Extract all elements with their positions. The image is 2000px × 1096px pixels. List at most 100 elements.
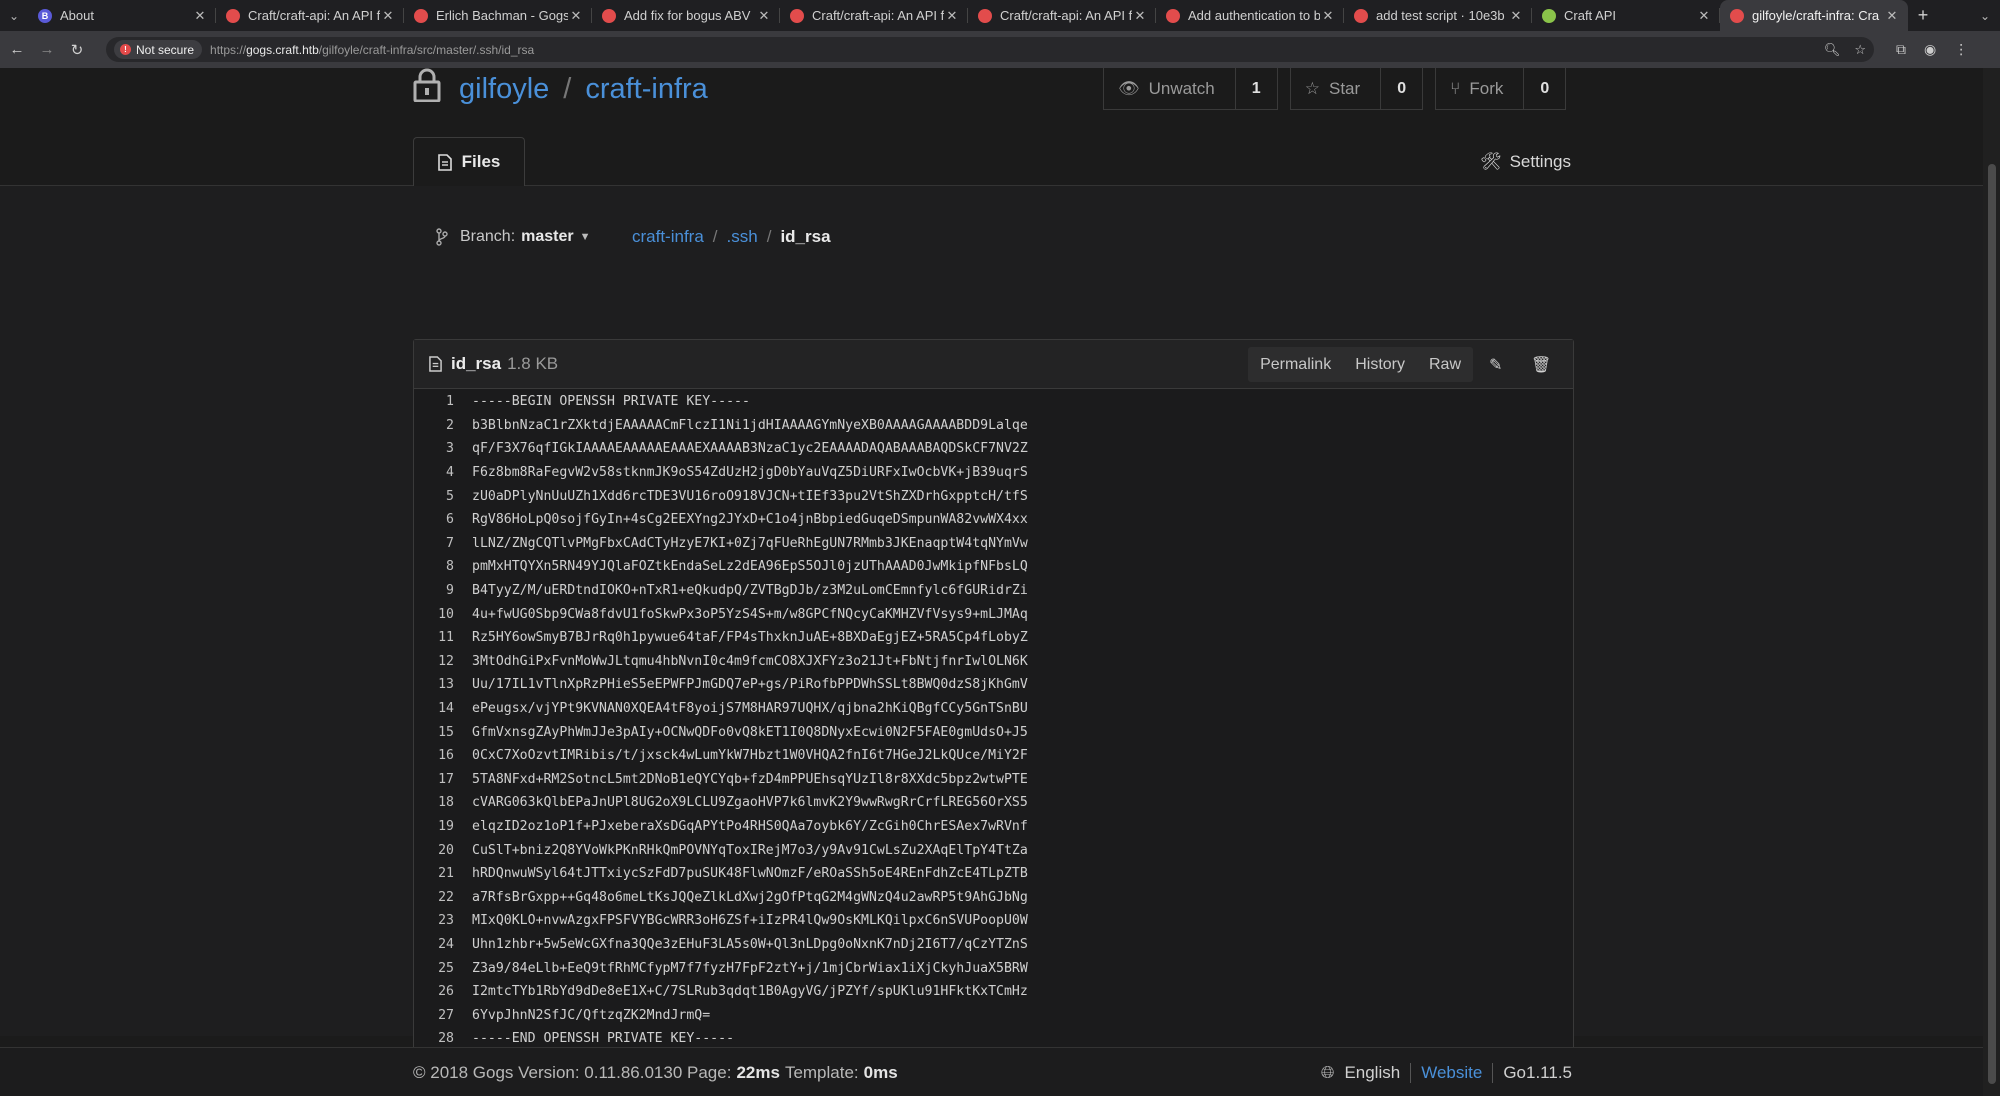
bookmark-star-icon[interactable]: ☆ [1854, 42, 1866, 58]
tab-close-icon[interactable]: ✕ [1508, 8, 1524, 24]
scrollbar-thumb[interactable] [1988, 164, 1996, 1084]
line-number[interactable]: 16 [414, 748, 454, 763]
tab-close-icon[interactable]: ✕ [1696, 8, 1712, 24]
tab-favicon-icon [1730, 8, 1744, 23]
line-number[interactable]: 11 [414, 630, 454, 645]
not-secure-badge[interactable]: ! Not secure [114, 40, 203, 59]
browser-tab[interactable]: gilfoyle/craft-infra: Cra ✕ [1720, 0, 1908, 31]
line-number[interactable]: 5 [414, 489, 454, 504]
tab-title: Craft/craft-api: An API f [248, 8, 380, 23]
line-number[interactable]: 10 [414, 607, 454, 622]
line-number[interactable]: 17 [414, 772, 454, 787]
line-number[interactable]: 14 [414, 701, 454, 716]
star-count[interactable]: 0 [1380, 68, 1422, 109]
line-number[interactable]: 15 [414, 725, 454, 740]
line-number[interactable]: 9 [414, 583, 454, 598]
gogs-page: gilfoyle / craft-infra 👁︎ Unwatch 1 ☆ St… [0, 68, 1983, 1096]
line-number[interactable]: 22 [414, 890, 454, 905]
url-omnibox[interactable]: ! Not secure https://gogs.craft.htb/gilf… [106, 37, 1874, 62]
browser-tab[interactable]: add test script · 10e3b ✕ [1344, 0, 1532, 31]
repo-owner-link[interactable]: gilfoyle [459, 73, 549, 106]
breadcrumb-separator: / [712, 227, 718, 246]
code-line: 6 RgV86HoLpQ0sojfGyIn+4sCg2EEXYng2JYxD+C1… [414, 508, 1573, 532]
trash-icon[interactable]: 🗑︎ [1531, 355, 1551, 375]
line-number[interactable]: 7 [414, 536, 454, 551]
forward-arrow-icon[interactable]: → [34, 37, 60, 63]
repo-name-link[interactable]: craft-infra [585, 73, 707, 106]
tab-close-icon[interactable]: ✕ [1884, 8, 1900, 24]
raw-button[interactable]: Raw [1417, 347, 1473, 382]
line-number[interactable]: 13 [414, 677, 454, 692]
browser-tab[interactable]: B About ✕ [28, 0, 216, 31]
browser-tab[interactable]: Add authentication to b ✕ [1156, 0, 1344, 31]
branch-name: master [521, 228, 574, 245]
zoom-icon[interactable]: 🔍︎ [1824, 42, 1841, 58]
browser-tab[interactable]: Craft/craft-api: An API f ✕ [780, 0, 968, 31]
tab-close-icon[interactable]: ✕ [1320, 8, 1336, 24]
line-number[interactable]: 4 [414, 465, 454, 480]
tab-title: Add authentication to b [1188, 8, 1320, 23]
language-selector[interactable]: English [1344, 1063, 1400, 1083]
extensions-icon[interactable]: ⧉ [1896, 41, 1906, 58]
tab-files[interactable]: Files [413, 137, 525, 187]
website-link[interactable]: Website [1421, 1063, 1482, 1083]
browser-tab[interactable]: Craft API ✕ [1532, 0, 1720, 31]
line-number[interactable]: 19 [414, 819, 454, 834]
pencil-edit-icon[interactable]: ✎ [1489, 355, 1502, 375]
browser-tab[interactable]: Erlich Bachman - Gogs ✕ [404, 0, 592, 31]
history-button[interactable]: History [1343, 347, 1417, 382]
tab-search-chevron-icon[interactable]: ⌄ [0, 0, 28, 31]
line-number[interactable]: 26 [414, 984, 454, 999]
tab-close-icon[interactable]: ✕ [192, 8, 208, 24]
line-number[interactable]: 2 [414, 418, 454, 433]
reload-icon[interactable]: ↻ [64, 37, 90, 63]
profile-icon[interactable]: ◉ [1924, 41, 1936, 58]
tab-close-icon[interactable]: ✕ [380, 8, 396, 24]
line-number[interactable]: 12 [414, 654, 454, 669]
breadcrumb-root[interactable]: craft-infra [632, 227, 704, 247]
browser-tab[interactable]: Add fix for bogus ABV ✕ [592, 0, 780, 31]
tab-close-icon[interactable]: ✕ [568, 8, 584, 24]
url-text[interactable]: https://gogs.craft.htb/gilfoyle/craft-in… [210, 43, 534, 57]
permalink-button[interactable]: Permalink [1248, 347, 1343, 382]
tab-close-icon[interactable]: ✕ [1132, 8, 1148, 24]
tab-close-icon[interactable]: ✕ [944, 8, 960, 24]
tab-settings-label: Settings [1509, 151, 1571, 171]
line-number[interactable]: 20 [414, 843, 454, 858]
star-button[interactable]: ☆ Star [1291, 68, 1380, 109]
browser-menu-icon[interactable]: ⋮ [1954, 41, 1968, 58]
fork-button[interactable]: ⑂ Fork [1436, 68, 1523, 109]
line-number[interactable]: 8 [414, 559, 454, 574]
new-tab-button[interactable]: + [1908, 5, 1938, 26]
watch-count[interactable]: 1 [1234, 68, 1277, 109]
line-number[interactable]: 21 [414, 866, 454, 881]
browser-tab[interactable]: Craft/craft-api: An API f ✕ [968, 0, 1156, 31]
fork-count[interactable]: 0 [1523, 68, 1565, 109]
line-number[interactable]: 3 [414, 441, 454, 456]
tab-settings[interactable]: 🛠︎ Settings [1480, 137, 1573, 186]
tab-close-icon[interactable]: ✕ [756, 8, 772, 24]
line-number[interactable]: 27 [414, 1008, 454, 1023]
tab-strip-chevron-icon[interactable]: ⌄ [1970, 9, 2000, 23]
code-line: 8 pmMxHTQYXn5RN49YJQlaFOZtkEndaSeLz2dEA96… [414, 555, 1573, 579]
footer-template-time: 0ms [863, 1062, 898, 1082]
line-number[interactable]: 1 [414, 394, 454, 409]
lock-icon [413, 68, 441, 102]
line-number[interactable]: 25 [414, 961, 454, 976]
line-number[interactable]: 6 [414, 512, 454, 527]
unwatch-button[interactable]: 👁︎ Unwatch [1104, 68, 1235, 109]
breadcrumb-dir[interactable]: .ssh [727, 227, 758, 247]
page-scrollbar[interactable] [1983, 68, 2000, 1096]
line-number[interactable]: 18 [414, 795, 454, 810]
tab-files-label: Files [461, 152, 501, 171]
line-number[interactable]: 24 [414, 937, 454, 952]
code-line: 25 Z3a9/84eLlb+EeQ9tfRhMCfypM7f7fyzH7FpF2… [414, 956, 1573, 980]
code-view: 1 -----BEGIN OPENSSH PRIVATE KEY----- 2 b3B… [414, 390, 1573, 1051]
line-number[interactable]: 23 [414, 913, 454, 928]
browser-tab[interactable]: Craft/craft-api: An API f ✕ [216, 0, 404, 31]
line-number[interactable]: 28 [414, 1031, 454, 1046]
repo-title: gilfoyle / craft-infra [413, 68, 708, 110]
branch-selector[interactable]: Branch: master ▼ [436, 224, 591, 250]
back-arrow-icon[interactable]: ← [4, 37, 30, 63]
code-line: 9 B4TyyZ/M/uERDtndIOKO+nTxR1+eQkudpQ/ZVTB… [414, 579, 1573, 603]
